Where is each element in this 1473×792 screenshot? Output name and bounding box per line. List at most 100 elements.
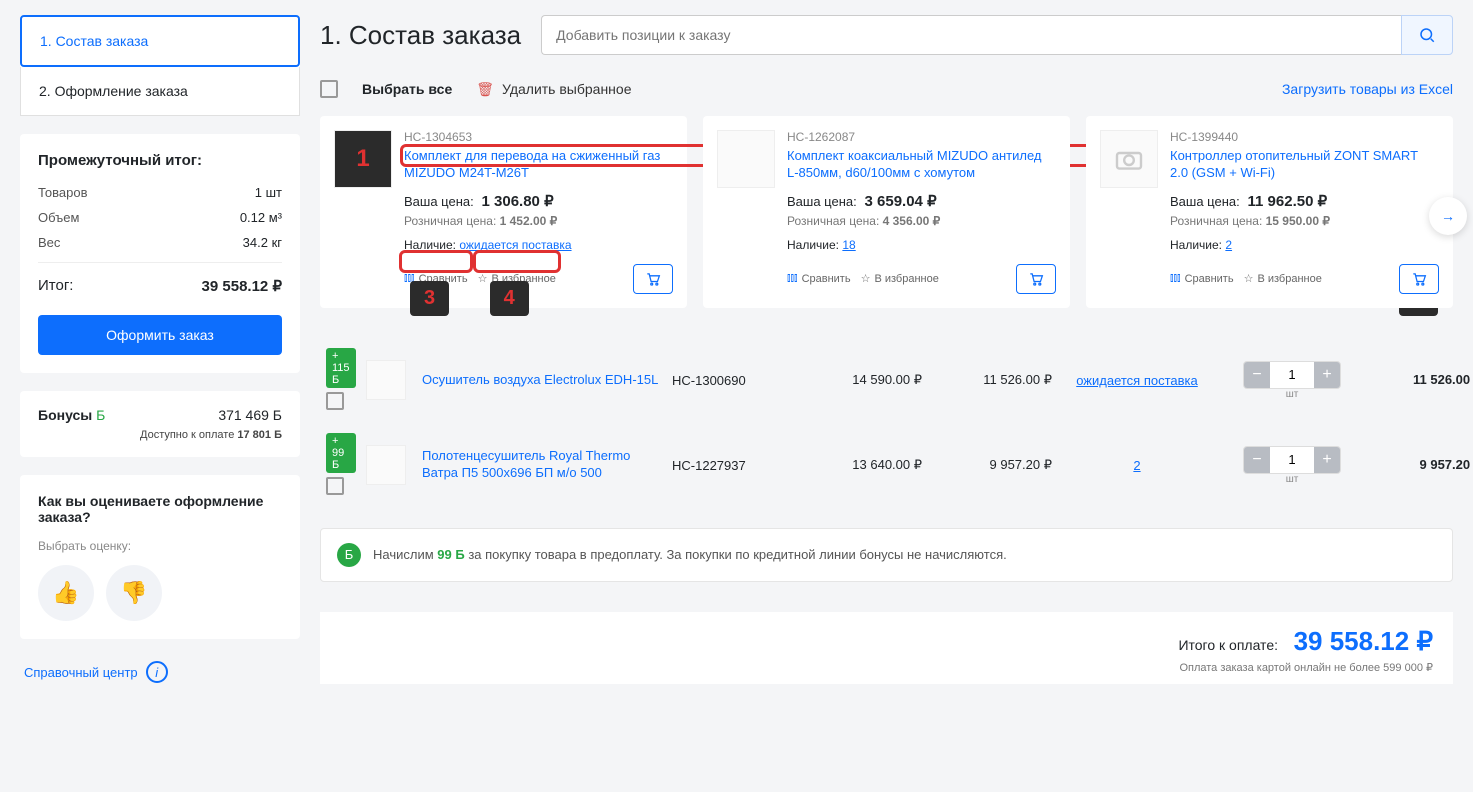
load-from-excel-link[interactable]: Загрузить товары из Excel <box>1282 81 1453 97</box>
retail-price: 14 590.00 ₽ <box>802 372 922 388</box>
stock-link[interactable]: 2 <box>1133 458 1140 473</box>
recommendation-card: НС-1399440 Контроллер отопительный ZONT … <box>1086 116 1453 308</box>
stock-link[interactable]: ожидается поставка <box>1076 373 1198 388</box>
trash-icon: 🗑 <box>476 81 494 98</box>
search-icon <box>1418 26 1436 44</box>
stock-label: Наличие: <box>404 238 456 252</box>
help-center-link[interactable]: Справочный центр i <box>20 657 300 687</box>
recommendation-card: 1 НС-1304653 Комплект для перевода на сж… <box>320 116 687 308</box>
stock-link[interactable]: ожидается поставка <box>459 238 571 252</box>
product-name-link[interactable]: Полотенцесушитель Royal Thermo Ватра П5 … <box>422 448 662 482</box>
retail-price: Розничная цена: 1 452.00 ₽ <box>404 214 673 228</box>
submit-order-button[interactable]: Оформить заказ <box>38 315 282 355</box>
banner-pre: Начислим <box>373 547 437 562</box>
subtotal-panel: Промежуточный итог: Товаров1 шт Объем0.1… <box>20 134 300 373</box>
bonus-val: 371 469 Б <box>218 407 282 423</box>
subtotal-title: Промежуточный итог: <box>38 152 282 169</box>
rating-hint: Выбрать оценку: <box>38 539 282 553</box>
retail-price: Розничная цена: 15 950.00 ₽ <box>1170 214 1439 228</box>
qty-input[interactable] <box>1270 362 1314 388</box>
grand-total-panel: Итого к оплате: 39 558.12 ₽ Оплата заказ… <box>320 612 1453 684</box>
product-name-link[interactable]: Комплект для перевода на сжиженный газ M… <box>404 148 673 182</box>
qty-input[interactable] <box>1270 447 1314 473</box>
add-to-cart-button[interactable] <box>633 264 673 294</box>
banner-amount: 99 Б <box>437 547 464 562</box>
stock-link[interactable]: 2 <box>1225 238 1232 252</box>
compare-button[interactable]: ⫾⫾⫾ Сравнить <box>1170 272 1234 285</box>
stock-link[interactable]: 18 <box>842 238 855 252</box>
items-val: 1 шт <box>255 185 282 200</box>
cart-row: + 115 Б Осушитель воздуха Electrolux EDH… <box>320 338 1453 423</box>
qty-plus-button[interactable]: + <box>1314 447 1340 473</box>
page-title: 1. Состав заказа <box>320 20 521 51</box>
bonus-badge: + 99 Б <box>326 433 356 473</box>
camera-icon <box>1114 147 1144 171</box>
star-icon: ☆ <box>1244 272 1254 285</box>
grand-note: Оплата заказа картой онлайн не более 599… <box>340 661 1433 674</box>
qty-minus-button[interactable]: − <box>1244 362 1270 388</box>
qty-unit: шт <box>1222 389 1362 400</box>
bonus-badge: + 115 Б <box>326 348 356 388</box>
weight-val: 34.2 кг <box>243 235 282 250</box>
add-item-search-input[interactable] <box>541 15 1401 55</box>
steps-nav: 1. Состав заказа 2. Оформление заказа <box>20 15 300 116</box>
chart-icon: ⫾⫾⫾ <box>787 272 798 285</box>
chart-icon: ⫾⫾⫾ <box>1170 272 1181 285</box>
favorite-button[interactable]: ☆ В избранное <box>861 272 939 285</box>
cart-row: + 99 Б Полотенцесушитель Royal Thermo Ва… <box>320 423 1453 508</box>
grand-label: Итого к оплате: <box>1178 637 1278 653</box>
delete-selected-button[interactable]: 🗑 Удалить выбранное <box>476 81 631 98</box>
product-sku: НС-1227937 <box>672 458 792 473</box>
add-to-cart-button[interactable] <box>1399 264 1439 294</box>
line-total: 11 526.00 ₽ <box>1413 372 1473 387</box>
compare-button[interactable]: ⫾⫾⫾ Сравнить <box>787 272 851 285</box>
product-name-link[interactable]: Комплект коаксиальный MIZUDO антилед L-8… <box>787 148 1056 182</box>
row-checkbox[interactable] <box>326 477 344 495</box>
product-sku: НС-1304653 <box>404 130 673 144</box>
product-sku: НС-1399440 <box>1170 130 1439 144</box>
search-button[interactable] <box>1401 15 1453 55</box>
favorite-button[interactable]: ☆ В избранное <box>478 272 556 285</box>
product-price: 11 962.50 ₽ <box>1248 193 1328 210</box>
recommendations-next-button[interactable]: → <box>1429 197 1467 235</box>
qty-unit: шт <box>1222 474 1362 485</box>
your-price-label: Ваша цена: <box>404 194 474 209</box>
stock-label: Наличие: <box>787 238 839 252</box>
thumb-down-button[interactable]: 👎 <box>106 565 162 621</box>
thumb-up-button[interactable]: 👍 <box>38 565 94 621</box>
total-label: Итог: <box>38 277 73 295</box>
weight-label: Вес <box>38 235 60 250</box>
help-label: Справочный центр <box>24 665 138 680</box>
chart-icon: ⫾⫾⫾ <box>404 272 415 285</box>
stock-label: Наличие: <box>1170 238 1222 252</box>
product-sku: НС-1262087 <box>787 130 1056 144</box>
items-label: Товаров <box>38 185 88 200</box>
row-checkbox[interactable] <box>326 392 344 410</box>
product-thumb <box>366 360 406 400</box>
recommendation-card: НС-1262087 Комплект коаксиальный MIZUDO … <box>703 116 1070 308</box>
your-price-label: Ваша цена: <box>1170 194 1240 209</box>
delete-selected-label: Удалить выбранное <box>502 81 631 97</box>
rating-title: Как вы оцениваете оформление заказа? <box>38 493 282 525</box>
star-icon: ☆ <box>861 272 871 285</box>
volume-val: 0.12 м³ <box>240 210 282 225</box>
step-1[interactable]: 1. Состав заказа <box>20 15 300 67</box>
total-val: 39 558.12 ₽ <box>202 277 282 295</box>
favorite-button[interactable]: ☆ В избранное <box>1244 272 1322 285</box>
add-to-cart-button[interactable] <box>1016 264 1056 294</box>
product-thumb <box>366 445 406 485</box>
product-name-link[interactable]: Контроллер отопительный ZONT SMART 2.0 (… <box>1170 148 1439 182</box>
compare-button[interactable]: ⫾⫾⫾ Сравнить <box>404 272 468 285</box>
select-all-checkbox[interactable] <box>320 80 338 98</box>
cart-icon <box>1411 272 1427 286</box>
product-name-link[interactable]: Осушитель воздуха Electrolux EDH-15L <box>422 372 662 389</box>
bonus-note-val: 17 801 Б <box>237 429 282 441</box>
qty-minus-button[interactable]: − <box>1244 447 1270 473</box>
qty-plus-button[interactable]: + <box>1314 362 1340 388</box>
retail-price: Розничная цена: 4 356.00 ₽ <box>787 214 1056 228</box>
banner-post: за покупку товара в предоплату. За покуп… <box>468 547 1006 562</box>
product-sku: НС-1300690 <box>672 373 792 388</box>
rating-panel: Как вы оцениваете оформление заказа? Выб… <box>20 475 300 639</box>
step-2[interactable]: 2. Оформление заказа <box>20 67 300 116</box>
info-icon: i <box>146 661 168 683</box>
